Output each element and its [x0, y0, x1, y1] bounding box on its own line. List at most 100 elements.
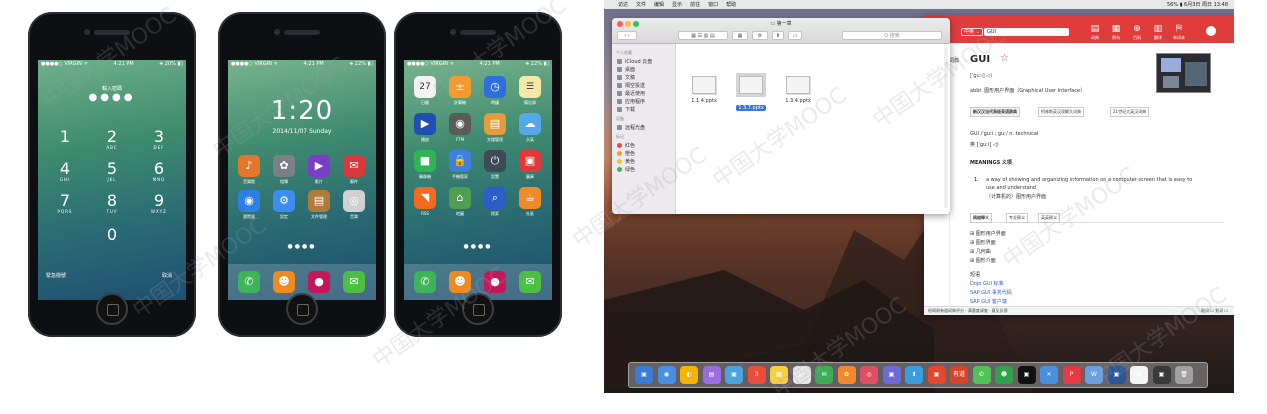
dock-app-icon[interactable]: ▣: [635, 366, 653, 384]
net-item[interactable]: ⊞ 几何曲: [970, 248, 991, 255]
source-tag[interactable]: 21世纪大英汉词典: [1110, 107, 1150, 117]
menu-go[interactable]: 前往: [690, 1, 700, 8]
sidebar-item-applications[interactable]: 应用程序: [612, 97, 675, 105]
share-button[interactable]: ⬆: [772, 31, 784, 40]
app-icon[interactable]: ☁ 天氣: [519, 113, 541, 142]
app-icon[interactable]: ▶ 影片: [308, 155, 330, 184]
menu-help[interactable]: 帮助: [726, 1, 736, 8]
sidebar-item-icloud[interactable]: iCloud 云盘: [612, 57, 675, 65]
dock-app-icon[interactable]: ●: [484, 271, 506, 293]
tab-professional[interactable]: 专业释义: [1006, 213, 1028, 223]
key-7[interactable]: 7 PQRS: [50, 192, 80, 214]
dock-app-icon[interactable]: ☻: [995, 366, 1013, 384]
pronunciation-uk[interactable]: 英 [ˈɡuːi] ◁): [970, 141, 999, 148]
app-icon[interactable]: ± 計算機: [449, 76, 471, 105]
sidebar-item-documents[interactable]: 文稿: [612, 73, 675, 81]
sidebar-tag-yellow[interactable]: 黄色: [612, 157, 675, 165]
dock-app-icon[interactable]: P: [1062, 366, 1081, 384]
key-8[interactable]: 8 TUV: [97, 192, 127, 214]
dock-app-icon[interactable]: ☻: [449, 271, 471, 293]
cancel-button[interactable]: 取消: [162, 272, 172, 279]
tab-web-meaning[interactable]: 网络释义: [970, 213, 992, 223]
menu-view[interactable]: 显示: [672, 1, 682, 8]
phrase-link[interactable]: SAP GUI 事务代码: [970, 289, 1012, 296]
dock-app-icon[interactable]: ☻: [273, 271, 295, 293]
sidebar-tag-green[interactable]: 绿色: [612, 165, 675, 173]
key-0[interactable]: 0: [97, 226, 127, 243]
dock-app-icon[interactable]: ▣: [1152, 366, 1171, 384]
dock-app-icon[interactable]: ▣: [882, 366, 901, 384]
action-gear-button[interactable]: ⚙: [752, 31, 768, 40]
home-button[interactable]: [286, 293, 318, 325]
app-icon[interactable]: ◎ 音樂: [343, 190, 365, 219]
finder-search-input[interactable]: Q 搜索: [842, 31, 942, 40]
key-9[interactable]: 9 WXYZ: [144, 192, 174, 214]
key-1[interactable]: 1: [50, 128, 80, 145]
dock-app-icon[interactable]: ▤: [702, 366, 721, 384]
file-item-selected[interactable]: 1.3.7.pptx: [731, 73, 771, 113]
home-button[interactable]: [96, 293, 128, 325]
dock-app-icon[interactable]: ✕: [1040, 366, 1058, 384]
net-item[interactable]: ⊞ 图形界面: [970, 239, 996, 246]
sidebar-tag-red[interactable]: 红色: [612, 141, 675, 149]
dock-app-icon[interactable]: ▣: [1107, 366, 1126, 384]
app-icon[interactable]: ⏻ 設置: [484, 150, 506, 179]
menu-status-area[interactable]: 56% ▮ 6月3日 周日 13:48: [1167, 1, 1228, 8]
footer-links[interactable]: 给网易有道词典评分 · 满意度调查 · 意见反馈: [928, 308, 1008, 313]
tab-encyclopedia[interactable]: ⊕ 百科: [1130, 24, 1144, 41]
app-icon[interactable]: ☰ 備忘錄: [519, 76, 541, 105]
tab-dictionary[interactable]: ▤ 词典: [1088, 24, 1102, 41]
net-item[interactable]: ⊞ 图形介面: [970, 257, 996, 264]
key-3[interactable]: 3 DEF: [144, 128, 174, 150]
app-icon[interactable]: ⌂ 地圖: [449, 187, 471, 216]
menu-finder[interactable]: 访达: [618, 1, 628, 8]
file-item[interactable]: 1.3.4.pptx: [778, 76, 818, 104]
tab-examples[interactable]: ▦ 例句: [1109, 24, 1123, 41]
app-icon[interactable]: ◉ FTM: [449, 113, 471, 142]
dock-app-icon[interactable]: ✆: [238, 271, 260, 293]
sidebar-item-airdrop[interactable]: 隔空投送: [612, 81, 675, 89]
dock-app-icon[interactable]: W: [1085, 366, 1103, 384]
tab-wordbook[interactable]: ⛿ 单词本: [1172, 24, 1186, 41]
tags-button[interactable]: ▭: [788, 31, 802, 40]
dock-app-icon[interactable]: ⬆: [905, 366, 923, 384]
phrase-link[interactable]: Dojo GUI 标准: [970, 280, 1004, 287]
app-icon[interactable]: ▤ 文件管理: [308, 190, 330, 219]
dock-app-icon[interactable]: ▣: [927, 366, 946, 384]
source-tag[interactable]: 新汉汉当代高级英语辞典: [970, 107, 1020, 117]
menu-file[interactable]: 文件: [636, 1, 646, 8]
result-thumbnail[interactable]: [1156, 53, 1211, 93]
app-icon[interactable]: ◷ 時鐘: [484, 76, 506, 105]
dock-app-icon[interactable]: ▣: [1017, 366, 1036, 384]
dictionary-search-input[interactable]: GUI: [984, 28, 1069, 36]
dock-app-icon[interactable]: ▣: [1130, 366, 1148, 384]
tab-translate[interactable]: ▥ 翻译: [1151, 24, 1165, 41]
menu-edit[interactable]: 编辑: [654, 1, 664, 8]
dock-app-icon[interactable]: ◉: [657, 366, 676, 384]
app-icon[interactable]: 27 日曆: [414, 76, 436, 105]
dock-app-icon[interactable]: ●: [308, 271, 330, 293]
tab-en-en[interactable]: 英英释义: [1038, 213, 1060, 223]
key-5[interactable]: 5 JKL: [97, 160, 127, 182]
app-icon[interactable]: ⌕ 搜索: [484, 187, 506, 216]
key-6[interactable]: 6 MNO: [144, 160, 174, 182]
app-icon[interactable]: ■ 攝像機: [414, 150, 436, 179]
app-icon[interactable]: ✿ 相簿: [273, 155, 295, 184]
dock-app-icon[interactable]: 🗑: [1175, 366, 1193, 384]
app-icon[interactable]: ☕ 社區: [519, 187, 541, 216]
sidebar-item-desktop[interactable]: 桌面: [612, 65, 675, 73]
sidebar-item-downloads[interactable]: 下载: [612, 105, 675, 113]
avatar[interactable]: [1206, 26, 1216, 36]
file-item[interactable]: 1.1.4.pptx: [684, 76, 724, 104]
sidebar-tag-orange[interactable]: 橙色: [612, 149, 675, 157]
dock-app-icon[interactable]: ◎: [860, 366, 878, 384]
app-icon[interactable]: ▣ 圖庫: [519, 150, 541, 179]
menu-window[interactable]: 窗口: [708, 1, 718, 8]
sidebar-item-remote-disc[interactable]: 远程光盘: [612, 123, 675, 131]
net-item[interactable]: ⊞ 图形用户界面: [970, 230, 1006, 237]
dock-app-icon[interactable]: ✉: [815, 366, 833, 384]
phrase-link[interactable]: SAP GUI 客户端: [970, 298, 1007, 305]
app-icon[interactable]: ⚙ 設定: [273, 190, 295, 219]
sidebar-item-recents[interactable]: 最近使用: [612, 89, 675, 97]
dock-app-icon[interactable]: ▦: [770, 366, 788, 384]
